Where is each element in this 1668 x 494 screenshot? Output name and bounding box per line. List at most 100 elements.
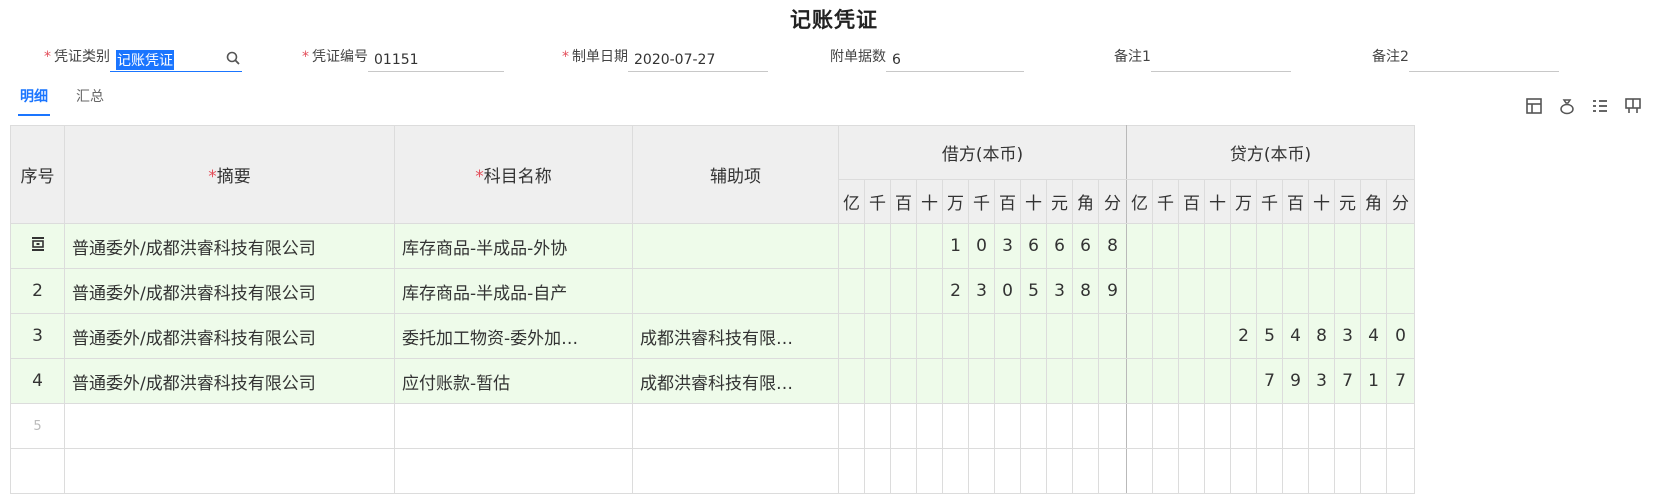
empty-cell[interactable] (1256, 403, 1283, 449)
empty-cell[interactable] (1386, 448, 1415, 494)
note2-input[interactable] (1408, 48, 1559, 72)
row-account[interactable]: 应付账款-暂估 (394, 358, 633, 404)
credit-digit[interactable]: 7 (1256, 358, 1283, 404)
debit-digit[interactable] (968, 358, 995, 404)
empty-cell[interactable] (394, 448, 633, 494)
credit-digit[interactable] (1204, 268, 1231, 314)
credit-digit[interactable]: 4 (1282, 313, 1309, 359)
empty-cell[interactable] (890, 403, 917, 449)
credit-digit[interactable] (1126, 313, 1153, 359)
credit-digit[interactable] (1386, 223, 1415, 269)
search-icon[interactable] (226, 51, 240, 65)
empty-row[interactable] (10, 448, 1415, 494)
voucher-number-input[interactable]: 01151 (368, 48, 504, 72)
empty-cell[interactable] (1098, 448, 1127, 494)
credit-digit[interactable] (1308, 268, 1335, 314)
empty-cell[interactable] (1282, 448, 1309, 494)
list-icon[interactable] (1591, 97, 1609, 115)
empty-cell[interactable] (64, 403, 395, 449)
debit-digit[interactable] (1020, 358, 1047, 404)
empty-cell[interactable] (1178, 448, 1205, 494)
debit-digit[interactable] (916, 223, 943, 269)
debit-digit[interactable]: 3 (994, 223, 1021, 269)
empty-cell[interactable] (1020, 448, 1047, 494)
empty-cell[interactable] (632, 403, 839, 449)
empty-cell[interactable] (1308, 448, 1335, 494)
credit-digit[interactable] (1178, 313, 1205, 359)
row-account[interactable]: 库存商品-半成品-外协 (394, 223, 633, 269)
debit-digit[interactable]: 8 (1072, 268, 1099, 314)
credit-digit[interactable] (1204, 223, 1231, 269)
debit-digit[interactable]: 2 (942, 268, 969, 314)
credit-digit[interactable]: 8 (1308, 313, 1335, 359)
credit-digit[interactable]: 9 (1282, 358, 1309, 404)
empty-cell[interactable] (942, 403, 969, 449)
empty-cell[interactable] (864, 448, 891, 494)
debit-digit[interactable] (864, 358, 891, 404)
debit-digit[interactable] (916, 313, 943, 359)
debit-digit[interactable] (890, 313, 917, 359)
empty-cell[interactable] (1282, 403, 1309, 449)
empty-cell[interactable] (890, 448, 917, 494)
row-summary[interactable]: 普通委外/成都洪睿科技有限公司 (64, 313, 395, 359)
empty-cell[interactable] (1308, 403, 1335, 449)
empty-cell[interactable] (864, 403, 891, 449)
row-index[interactable]: 3 (10, 313, 65, 359)
debit-digit[interactable] (864, 268, 891, 314)
credit-digit[interactable]: 7 (1386, 358, 1415, 404)
row-aux[interactable]: 成都洪睿科技有限… (632, 313, 839, 359)
empty-cell[interactable] (1126, 448, 1153, 494)
debit-digit[interactable]: 3 (968, 268, 995, 314)
empty-cell[interactable] (1230, 403, 1257, 449)
row-account[interactable]: 委托加工物资-委外加… (394, 313, 633, 359)
credit-digit[interactable] (1360, 223, 1387, 269)
row-summary[interactable]: 普通委外/成都洪睿科技有限公司 (64, 223, 395, 269)
credit-digit[interactable] (1126, 223, 1153, 269)
empty-cell[interactable] (1334, 448, 1361, 494)
row-index[interactable] (10, 223, 65, 269)
row-index[interactable]: 4 (10, 358, 65, 404)
debit-digit[interactable] (1098, 313, 1127, 359)
row-account[interactable]: 库存商品-半成品-自产 (394, 268, 633, 314)
empty-cell[interactable] (1204, 448, 1231, 494)
empty-cell[interactable] (1020, 403, 1047, 449)
voucher-type-input[interactable]: 记账凭证 (110, 48, 242, 72)
credit-digit[interactable] (1256, 223, 1283, 269)
debit-digit[interactable] (838, 268, 865, 314)
debit-digit[interactable]: 6 (1072, 223, 1099, 269)
debit-digit[interactable]: 6 (1046, 223, 1073, 269)
debit-digit[interactable]: 1 (942, 223, 969, 269)
debit-digit[interactable] (890, 223, 917, 269)
credit-digit[interactable] (1152, 268, 1179, 314)
empty-cell[interactable] (1386, 403, 1415, 449)
empty-cell[interactable] (1152, 448, 1179, 494)
row-aux[interactable] (632, 223, 839, 269)
empty-cell[interactable] (632, 448, 839, 494)
debit-digit[interactable]: 3 (1046, 268, 1073, 314)
row-index[interactable]: 2 (10, 268, 65, 314)
attachments-input[interactable]: 6 (886, 48, 1024, 72)
empty-cell[interactable] (838, 448, 865, 494)
credit-digit[interactable] (1386, 268, 1415, 314)
debit-digit[interactable] (916, 268, 943, 314)
debit-digit[interactable] (1098, 358, 1127, 404)
credit-digit[interactable] (1230, 223, 1257, 269)
credit-digit[interactable] (1126, 268, 1153, 314)
credit-digit[interactable] (1230, 358, 1257, 404)
credit-digit[interactable] (1282, 268, 1309, 314)
empty-cell[interactable] (1360, 448, 1387, 494)
empty-cell[interactable] (916, 403, 943, 449)
table-icon[interactable] (1525, 97, 1543, 115)
debit-digit[interactable] (942, 313, 969, 359)
credit-digit[interactable] (1204, 313, 1231, 359)
empty-cell[interactable] (1072, 403, 1099, 449)
debit-digit[interactable]: 0 (968, 223, 995, 269)
debit-digit[interactable] (994, 358, 1021, 404)
debit-digit[interactable]: 9 (1098, 268, 1127, 314)
empty-row[interactable]: 5 (10, 403, 1415, 449)
table-row[interactable]: 普通委外/成都洪睿科技有限公司 库存商品-半成品-外协 1 0 3 6 6 6 8 (10, 223, 1415, 269)
debit-digit[interactable] (890, 358, 917, 404)
bag-icon[interactable] (1558, 97, 1576, 115)
debit-digit[interactable]: 6 (1020, 223, 1047, 269)
empty-cell[interactable] (1178, 403, 1205, 449)
